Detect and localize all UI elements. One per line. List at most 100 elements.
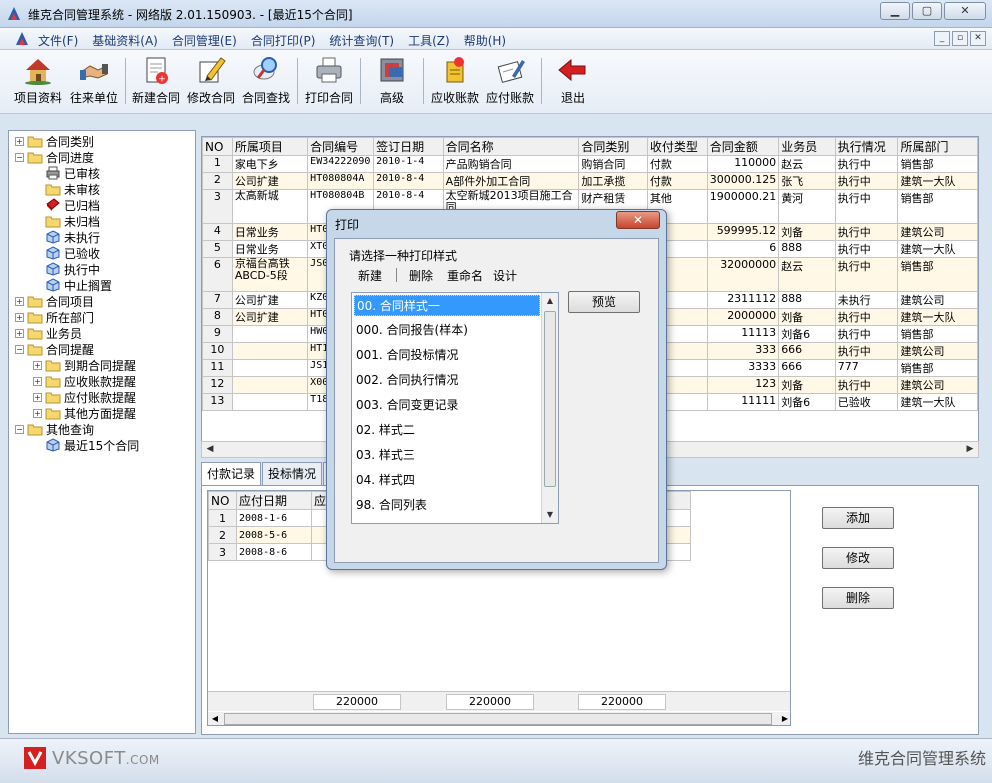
- print-style-item[interactable]: 002. 合同执行情况: [354, 370, 540, 391]
- tree-node[interactable]: + 合同项目: [15, 293, 94, 309]
- print-style-item[interactable]: 000. 合同报告(样本): [354, 320, 540, 341]
- column-header[interactable]: 签订日期: [373, 137, 444, 156]
- tree-node[interactable]: 中止搁置: [33, 277, 112, 293]
- partners-button[interactable]: 往来单位: [68, 54, 120, 110]
- scroll-thumb[interactable]: [544, 311, 556, 487]
- tree-node[interactable]: 未归档: [33, 213, 100, 229]
- column-header[interactable]: 所属项目: [231, 137, 309, 156]
- scroll-left-icon[interactable]: ◀: [208, 712, 222, 725]
- table-row[interactable]: 2 公司扩建 HT080804A 2010-8-4 A部件外加工合同 加工承揽 付款 3000…: [202, 172, 978, 190]
- print-style-item[interactable]: 02. 样式二: [354, 420, 540, 441]
- tree-node[interactable]: + 所在部门: [15, 309, 94, 325]
- menu-item[interactable]: 基础资料(A): [92, 32, 158, 49]
- print-style-item[interactable]: 98. 合同列表: [354, 495, 540, 516]
- expand-icon[interactable]: +: [15, 312, 24, 322]
- scroll-thumb[interactable]: [224, 713, 772, 725]
- menu-item[interactable]: 合同打印(P): [251, 32, 316, 49]
- print-style-item[interactable]: 04. 样式四: [354, 470, 540, 491]
- receivables-button[interactable]: 应收账款: [429, 54, 481, 110]
- delete-button[interactable]: 删除: [822, 587, 894, 609]
- scroll-right-icon[interactable]: ▶: [778, 712, 790, 725]
- tree-node[interactable]: 已审核: [33, 165, 100, 181]
- tree-node[interactable]: + 应收账款提醒: [33, 373, 136, 389]
- find-contract-button[interactable]: 合同查找: [240, 54, 292, 110]
- expand-icon[interactable]: +: [33, 376, 42, 386]
- column-header[interactable]: 应付日期: [236, 491, 312, 510]
- tab-payment-records[interactable]: 付款记录: [201, 462, 262, 486]
- mdi-restore-button[interactable]: ▫: [952, 31, 968, 46]
- tree-node[interactable]: 最近15个合同: [33, 437, 139, 453]
- column-header[interactable]: 收付类型: [646, 137, 708, 156]
- menu-item[interactable]: 合同管理(E): [172, 32, 237, 49]
- edit-button[interactable]: 修改: [822, 547, 894, 569]
- column-header[interactable]: 执行情况: [834, 137, 899, 156]
- print-contract-button[interactable]: 打印合同: [303, 54, 355, 110]
- mdi-close-button[interactable]: ✕: [970, 31, 986, 46]
- edit-contract-button[interactable]: 修改合同: [185, 54, 237, 110]
- scroll-left-icon[interactable]: ◀: [202, 442, 218, 457]
- print-style-item[interactable]: 001. 合同投标情况: [354, 345, 540, 366]
- tree-node[interactable]: + 其他方面提醒: [33, 405, 136, 421]
- print-style-item[interactable]: 00. 合同样式一: [354, 295, 540, 316]
- scroll-down-icon[interactable]: ▼: [542, 507, 558, 523]
- dialog-close-button[interactable]: ✕: [616, 211, 660, 229]
- new-style-link[interactable]: 新建: [358, 267, 382, 284]
- close-button[interactable]: ✕: [944, 2, 986, 20]
- preview-button[interactable]: 预览: [568, 291, 640, 313]
- design-style-link[interactable]: 设计: [493, 267, 517, 284]
- minimize-button[interactable]: ▁: [880, 2, 910, 20]
- mdi-minimize-button[interactable]: _: [934, 31, 950, 46]
- collapse-icon[interactable]: −: [15, 344, 24, 354]
- tree-node[interactable]: − 其他查询: [15, 421, 94, 437]
- tab-bidding[interactable]: 投标情况: [262, 462, 323, 486]
- delete-style-link[interactable]: 删除: [409, 267, 433, 284]
- menu-item[interactable]: 统计查询(T): [329, 32, 394, 49]
- style-list-scrollbar[interactable]: ▲ ▼: [541, 293, 558, 523]
- expand-icon[interactable]: +: [33, 392, 42, 402]
- column-header[interactable]: 合同名称: [442, 137, 580, 156]
- tree-node[interactable]: 未执行: [33, 229, 100, 245]
- expand-icon[interactable]: +: [15, 136, 24, 146]
- scroll-right-icon[interactable]: ▶: [962, 442, 978, 457]
- print-style-item[interactable]: 003. 合同变更记录: [354, 395, 540, 416]
- payments-horizontal-scrollbar[interactable]: ◀ ▶: [208, 712, 790, 725]
- tree-node[interactable]: + 业务员: [15, 325, 82, 341]
- maximize-button[interactable]: ▢: [912, 2, 942, 20]
- rename-style-link[interactable]: 重命名: [447, 267, 483, 284]
- tree-node[interactable]: − 合同进度: [15, 149, 94, 165]
- tree-node[interactable]: 已验收: [33, 245, 100, 261]
- menu-item[interactable]: 文件(F): [38, 32, 78, 49]
- column-header[interactable]: 所属部门: [897, 137, 978, 156]
- scroll-up-icon[interactable]: ▲: [542, 293, 558, 309]
- payables-button[interactable]: 应付账款: [484, 54, 536, 110]
- column-header[interactable]: NO: [202, 137, 233, 156]
- expand-icon[interactable]: +: [15, 296, 24, 306]
- tree-node[interactable]: 未审核: [33, 181, 100, 197]
- table-row[interactable]: 1 家电下乡 EW34222090 2010-1-4 产品购销合同 购销合同 付款 11000…: [202, 155, 978, 173]
- advanced-button[interactable]: 高级: [366, 54, 418, 110]
- menu-item[interactable]: 帮助(H): [464, 32, 506, 49]
- collapse-icon[interactable]: −: [15, 424, 24, 434]
- menu-item[interactable]: 工具(Z): [408, 32, 450, 49]
- column-header[interactable]: 合同编号: [307, 137, 375, 156]
- add-button[interactable]: 添加: [822, 507, 894, 529]
- column-header[interactable]: 合同金额: [706, 137, 780, 156]
- tree-node[interactable]: + 应付账款提醒: [33, 389, 136, 405]
- expand-icon[interactable]: +: [33, 360, 42, 370]
- column-header[interactable]: 合同类别: [578, 137, 648, 156]
- print-style-list[interactable]: ▲ ▼ 00. 合同样式一 000. 合同报告(样本) 001. 合同投标情况 002…: [351, 292, 559, 524]
- column-header[interactable]: 业务员: [778, 137, 836, 156]
- print-style-item[interactable]: 03. 样式三: [354, 445, 540, 466]
- collapse-icon[interactable]: −: [15, 152, 24, 162]
- tree-node[interactable]: − 合同提醒: [15, 341, 94, 357]
- column-header[interactable]: NO: [208, 491, 237, 510]
- project-info-button[interactable]: 项目资料: [12, 54, 64, 110]
- new-contract-button[interactable]: + 新建合同: [130, 54, 182, 110]
- expand-icon[interactable]: +: [33, 408, 42, 418]
- expand-icon[interactable]: +: [15, 328, 24, 338]
- tree-node[interactable]: 已归档: [33, 197, 100, 213]
- exit-button[interactable]: 退出: [547, 54, 599, 110]
- tree-node[interactable]: + 到期合同提醒: [33, 357, 136, 373]
- app-menu-icon[interactable]: [14, 31, 30, 47]
- tree-node[interactable]: 执行中: [33, 261, 100, 277]
